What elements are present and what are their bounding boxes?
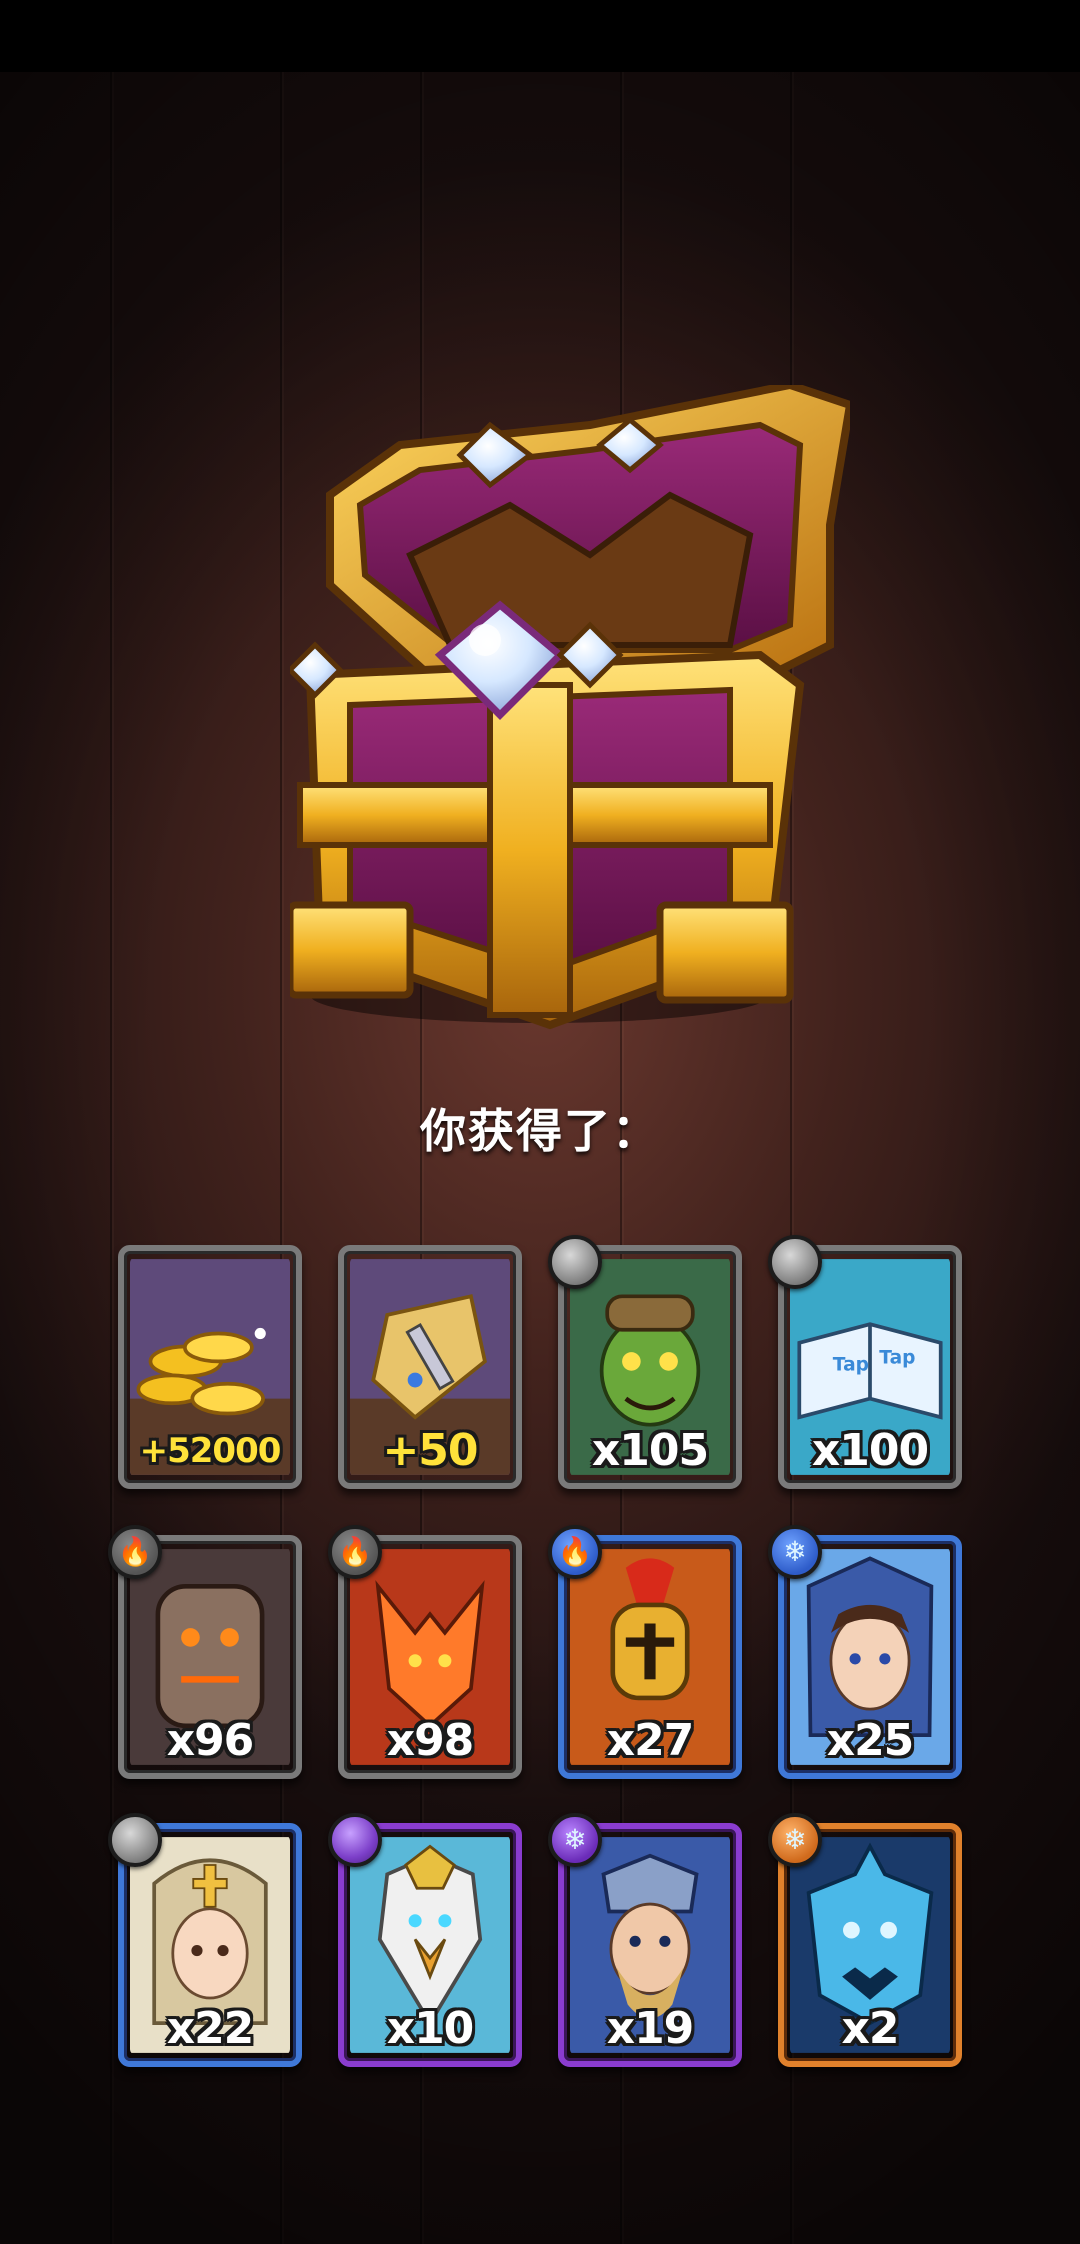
fire-element-icon: 🔥 (548, 1525, 602, 1579)
reward-card-goblin[interactable]: x105 (548, 1235, 742, 1489)
reward-quantity: x98 (386, 1715, 475, 1766)
reward-quantity: x105 (591, 1425, 709, 1476)
reward-card-scroll[interactable]: +50 (338, 1245, 522, 1489)
reward-quantity: x96 (166, 1715, 255, 1766)
stone-element-icon (328, 1813, 382, 1867)
reward-card-gold[interactable]: +52000 (118, 1245, 302, 1489)
reward-card-frost-king[interactable]: ❄ x19 (548, 1813, 742, 2067)
stone-element-icon (768, 1235, 822, 1289)
fire-element-icon: 🔥 (108, 1525, 162, 1579)
reward-card-golem[interactable]: 🔥 x96 (108, 1525, 302, 1779)
ice-element-icon: ❄ (768, 1813, 822, 1867)
fire-element-icon: 🔥 (328, 1525, 382, 1579)
stone-element-icon (108, 1813, 162, 1867)
reward-quantity: x100 (811, 1425, 929, 1476)
reward-title: 你获得了： (420, 1104, 660, 1158)
reward-grid: +52000 +50 x105 Tap Tap x100 🔥 x96 🔥 x98… (108, 1235, 964, 2067)
reward-card-spartan[interactable]: 🔥 x27 (548, 1525, 742, 1779)
reward-card-ice-dragon[interactable]: ❄ x2 (768, 1813, 962, 2067)
reward-quantity: +50 (382, 1425, 478, 1476)
reward-quantity: x2 (841, 2003, 900, 2054)
status-bar (0, 0, 1080, 72)
svg-text:Tap: Tap (879, 1347, 915, 1368)
reward-quantity: x19 (606, 2003, 695, 2054)
reward-card-priestess[interactable]: x22 (108, 1813, 302, 2067)
svg-text:Tap: Tap (833, 1355, 869, 1376)
stone-element-icon (548, 1235, 602, 1289)
reward-quantity: x22 (166, 2003, 255, 2054)
reward-quantity: x27 (606, 1715, 695, 1766)
reward-card-fox[interactable]: 🔥 x98 (328, 1525, 522, 1779)
ice-element-icon: ❄ (768, 1525, 822, 1579)
reward-quantity: x10 (386, 2003, 475, 2054)
reward-card-elf[interactable]: ❄ x25 (768, 1525, 962, 1779)
reward-card-tome[interactable]: Tap Tap x100 (768, 1235, 962, 1489)
reward-card-griffin[interactable]: x10 (328, 1813, 522, 2067)
ice-element-icon: ❄ (548, 1813, 602, 1867)
reward-quantity: +52000 (139, 1431, 282, 1471)
reward-quantity: x25 (826, 1715, 915, 1766)
treasure-chest-icon (286, 380, 855, 1045)
